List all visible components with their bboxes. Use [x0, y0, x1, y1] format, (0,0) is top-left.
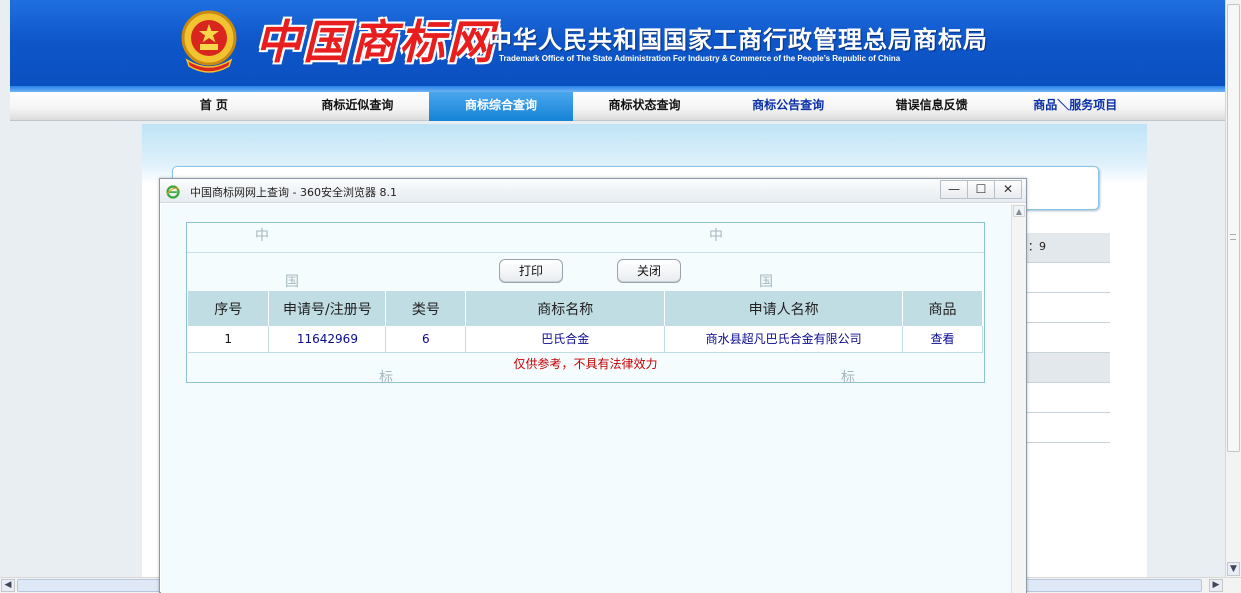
query-popup-window: 中国商标网网上查询 - 360安全浏览器 8.1 — ☐ ✕ 中 中 国 国 打… — [159, 178, 1027, 593]
scroll-right-icon[interactable]: ▶ — [1209, 579, 1223, 592]
nav-announcement-search[interactable]: 商标公告查询 — [716, 92, 860, 121]
close-button[interactable]: 关闭 — [617, 259, 681, 283]
print-button[interactable]: 打印 — [499, 259, 563, 283]
nav-combined-search[interactable]: 商标综合查询 — [429, 92, 573, 121]
watermark: 中 — [255, 228, 269, 244]
background-row — [1026, 413, 1110, 443]
row-reg-no[interactable]: 11642969 — [268, 326, 387, 353]
column-header: 申请人名称 — [664, 291, 904, 326]
column-header: 商品 — [902, 291, 983, 326]
minimize-button[interactable]: — — [940, 180, 968, 199]
popup-title: 中国商标网网上查询 - 360安全浏览器 8.1 — [190, 186, 397, 199]
nav-similar-search[interactable]: 商标近似查询 — [286, 92, 430, 121]
national-emblem-icon — [181, 10, 237, 73]
background-row — [1026, 263, 1110, 293]
close-window-button[interactable]: ✕ — [994, 180, 1022, 199]
scroll-down-icon[interactable]: ▼ — [1227, 562, 1240, 576]
result-table: 序号 申请号/注册号 类号 商标名称 申请人名称 商品 1 11642969 6… — [188, 291, 983, 353]
grip-icon — [1230, 234, 1236, 240]
background-count: ：9 — [1026, 233, 1110, 263]
popup-vertical-scrollbar[interactable]: ▲ — [1011, 204, 1026, 593]
nav-home[interactable]: 首 页 — [142, 92, 286, 121]
nav-goods-services[interactable]: 商品＼服务项目 — [1003, 92, 1147, 121]
main-nav: 首 页 商标近似查询 商标综合查询 商标状态查询 商标公告查询 错误信息反馈 商… — [10, 92, 1225, 121]
row-mark-name[interactable]: 巴氏合金 — [465, 326, 666, 353]
org-name-en: Trademark Office of The State Administra… — [499, 54, 901, 63]
scroll-left-icon[interactable]: ◀ — [1, 579, 15, 592]
background-row — [1026, 293, 1110, 323]
background-row — [1026, 383, 1110, 413]
site-banner: 中国商标网 中华人民共和国国家工商行政管理总局商标局 Trademark Off… — [10, 0, 1225, 92]
row-applicant: 商水县超凡巴氏合金有限公司 — [664, 326, 904, 353]
nav-error-feedback[interactable]: 错误信息反馈 — [860, 92, 1004, 121]
popup-titlebar[interactable]: 中国商标网网上查询 - 360安全浏览器 8.1 — ☐ ✕ — [160, 179, 1026, 203]
result-top-strip — [187, 223, 984, 253]
scrollbar-thumb[interactable] — [1227, 4, 1240, 452]
view-goods-link[interactable]: 查看 — [902, 326, 983, 353]
nav-status-search[interactable]: 商标状态查询 — [573, 92, 717, 121]
maximize-button[interactable]: ☐ — [967, 180, 995, 199]
result-panel: 中 中 国 国 打印 关闭 序号 申请号/注册号 类号 商标名称 申请人名称 商… — [186, 222, 985, 386]
watermark: 中 — [709, 228, 723, 244]
action-bar: 打印 关闭 — [187, 253, 984, 291]
row-class: 6 — [385, 326, 467, 353]
table-row: 1 11642969 6 巴氏合金 商水县超凡巴氏合金有限公司 查看 — [188, 326, 983, 353]
column-header: 申请号/注册号 — [268, 291, 387, 326]
row-index: 1 — [188, 326, 270, 353]
org-name-cn: 中华人民共和国国家工商行政管理总局商标局 — [488, 26, 988, 54]
column-header: 商标名称 — [465, 291, 666, 326]
site-logo[interactable]: 中国商标网 — [255, 6, 495, 72]
table-header-row: 序号 申请号/注册号 类号 商标名称 申请人名称 商品 — [188, 291, 983, 326]
column-header: 序号 — [188, 291, 270, 326]
popup-body: 中 中 国 国 打印 关闭 序号 申请号/注册号 类号 商标名称 申请人名称 商… — [161, 204, 1011, 593]
page-vertical-scrollbar[interactable]: ▼ — [1225, 0, 1241, 577]
disclaimer-text: 仅供参考，不具有法律效力 — [513, 357, 658, 371]
background-row — [1026, 323, 1110, 353]
scroll-up-icon[interactable]: ▲ — [1013, 205, 1025, 217]
background-row — [1026, 353, 1110, 383]
column-header: 类号 — [385, 291, 467, 326]
background-results: ：9 — [1026, 233, 1110, 443]
browser-icon — [166, 185, 180, 199]
